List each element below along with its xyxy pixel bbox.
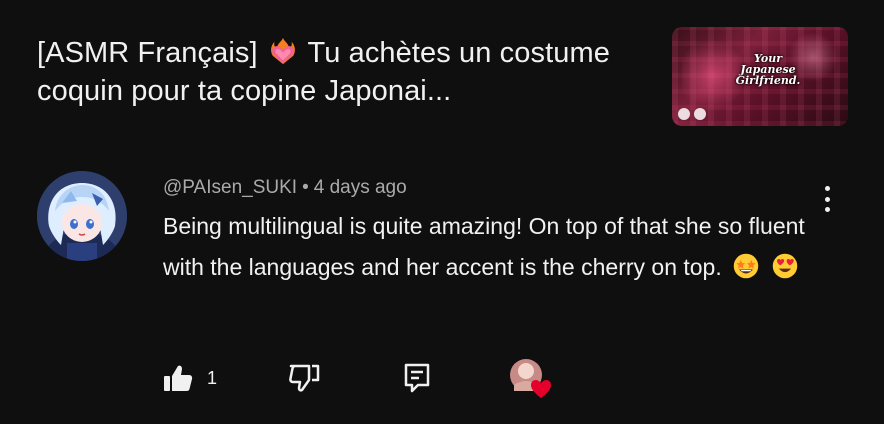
thumbs-up-filled-icon	[164, 365, 193, 391]
comment-author[interactable]: @PAIsen_SUKI	[163, 177, 297, 198]
creator-heart-icon	[510, 359, 551, 398]
heart-eyes-emoji	[772, 253, 797, 279]
star-struck-emoji	[733, 253, 759, 279]
comment-time[interactable]: 4 days ago	[314, 177, 407, 198]
creator-heart-badge	[508, 357, 554, 399]
comment-meta: @PAIsen_SUKI • 4 days ago	[163, 177, 407, 199]
avatar[interactable]	[37, 171, 127, 261]
thumbnail-badge-icon	[694, 108, 706, 120]
vertical-dots-icon	[824, 196, 830, 202]
reply-comment-icon	[404, 363, 430, 393]
video-title-prefix: [ASMR Français]	[37, 37, 258, 69]
comment-text: Being multilingual is quite amazing! On …	[163, 213, 805, 280]
reply-button[interactable]	[404, 362, 430, 394]
video-thumbnail[interactable]: Your Japanese Girlfriend.	[672, 27, 848, 126]
more-options-button[interactable]	[816, 182, 838, 216]
avatar-image	[37, 171, 127, 261]
like-count: 1	[207, 367, 218, 388]
thumbnail-caption: Your Japanese Girlfriend.	[735, 52, 801, 87]
vertical-dots-icon	[824, 186, 830, 191]
like-button[interactable]: 1	[163, 362, 217, 394]
heart-on-fire-emoji	[270, 37, 295, 65]
video-title[interactable]: [ASMR Français] Tu achètes un costume co…	[37, 34, 637, 110]
thumbs-down-outline-icon	[289, 364, 320, 392]
dislike-button[interactable]	[288, 362, 320, 394]
comment-body: Being multilingual is quite amazing! On …	[163, 206, 813, 288]
vertical-dots-icon	[824, 207, 830, 212]
meta-separator: •	[302, 177, 309, 198]
thumbnail-badge-icon	[678, 108, 690, 120]
